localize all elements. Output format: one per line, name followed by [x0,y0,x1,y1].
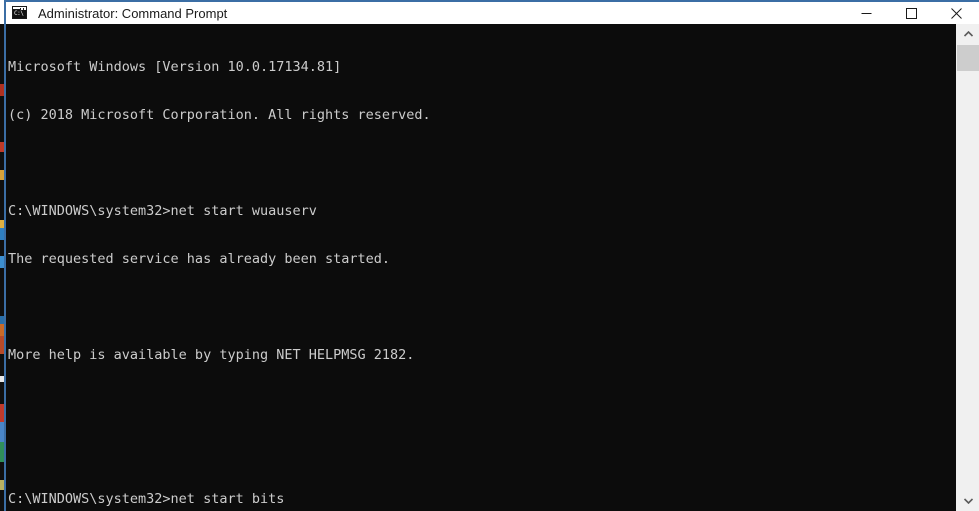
maximize-button[interactable] [889,2,934,24]
console-text: Microsoft Windows [Version 10.0.17134.81… [8,27,634,511]
console-icon: C:\ [12,5,28,21]
console-line: The requested service has already been s… [8,251,391,267]
chevron-up-icon [964,31,973,37]
console-line: Microsoft Windows [Version 10.0.17134.81… [8,59,342,75]
console-line: C:\WINDOWS\system32>net start bits [8,491,285,507]
console-line: (c) 2018 Microsoft Corporation. All righ… [8,107,431,123]
close-button[interactable] [934,2,979,24]
minimize-icon [861,12,872,14]
window-controls [844,2,979,24]
scroll-up-button[interactable] [957,24,979,44]
close-icon [951,7,962,19]
scroll-down-button[interactable] [957,491,979,511]
console-output-area[interactable]: Microsoft Windows [Version 10.0.17134.81… [6,24,956,511]
console-icon-glyph: C:\ [13,10,26,18]
console-line: More help is available by typing NET HEL… [8,347,415,363]
maximize-icon [906,7,917,19]
console-line: C:\WINDOWS\system32>net start wuauserv [8,203,317,219]
window-title: Administrator: Command Prompt [38,5,228,21]
scrollbar-thumb[interactable] [957,45,979,71]
vertical-scrollbar[interactable] [956,24,979,511]
command-prompt-window: C:\ Administrator: Command Prompt Micros… [0,0,979,511]
chevron-down-icon [964,498,973,504]
minimize-button[interactable] [844,2,889,24]
title-bar[interactable]: C:\ Administrator: Command Prompt [6,2,979,24]
scrollbar-track[interactable] [957,44,979,491]
